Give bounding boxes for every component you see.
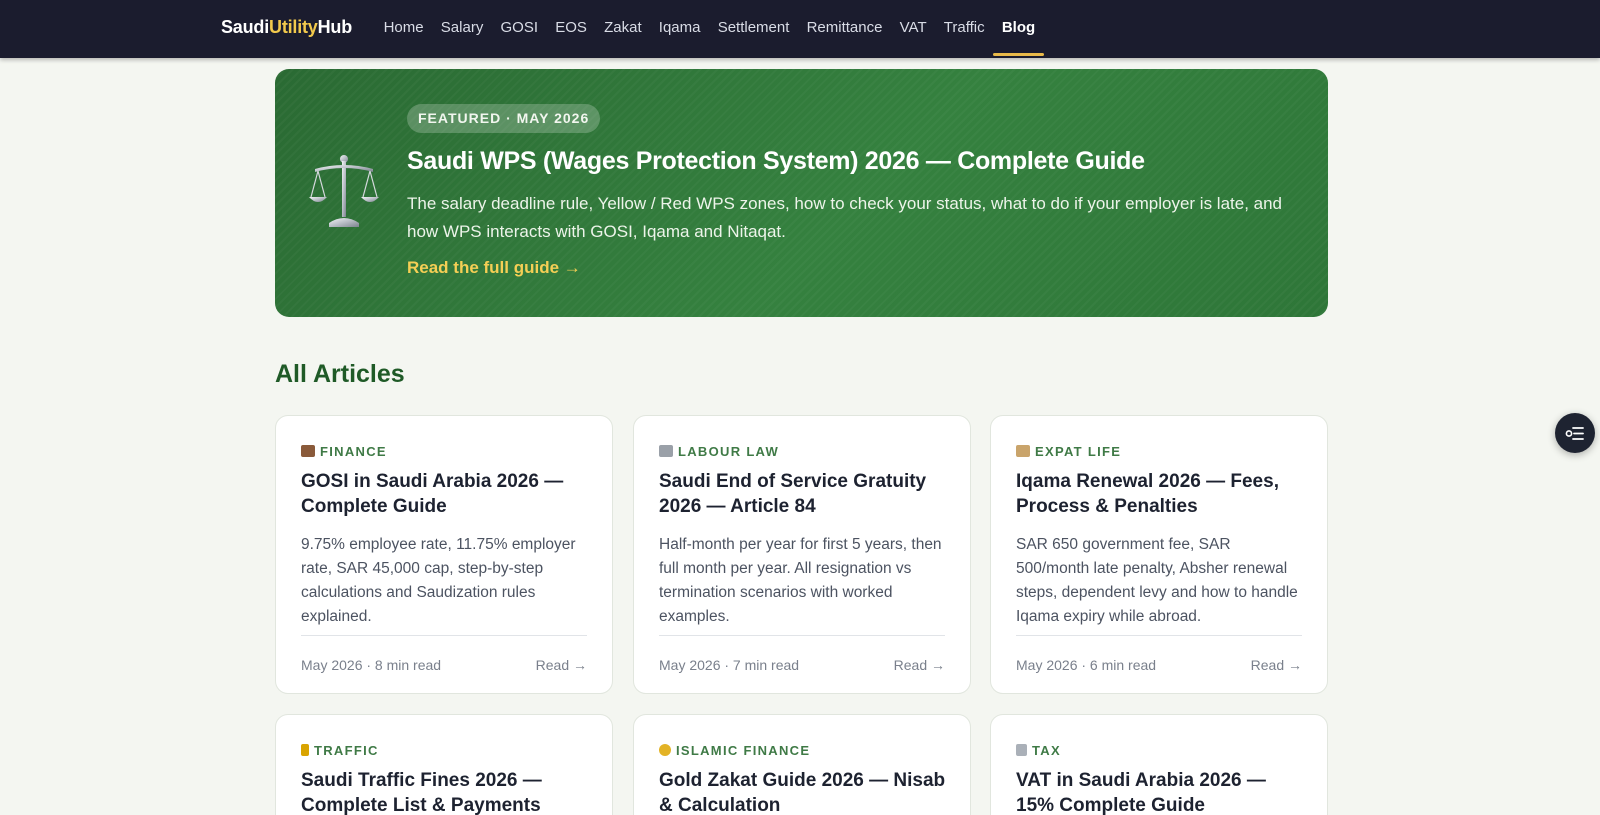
- article-title[interactable]: Saudi Traffic Fines 2026 — Complete List…: [301, 768, 591, 815]
- article-category: TRAFFIC: [314, 743, 379, 758]
- nav-link-eos[interactable]: EOS: [547, 0, 596, 58]
- article-category: ISLAMIC FINANCE: [676, 743, 811, 758]
- nav-link-zakat[interactable]: Zakat: [596, 0, 651, 58]
- nav-links: Home Salary GOSI EOS Zakat Iqama Settlem…: [375, 0, 1044, 58]
- traffic-light-icon: [301, 744, 309, 756]
- featured-title[interactable]: Saudi WPS (Wages Protection System) 2026…: [407, 147, 1145, 176]
- article-card-iqama[interactable]: EXPAT LIFE Iqama Renewal 2026 — Fees, Pr…: [990, 415, 1328, 694]
- article-category: EXPAT LIFE: [1035, 444, 1122, 459]
- nav-link-settlement[interactable]: Settlement: [709, 0, 798, 58]
- id-card-icon: [1016, 445, 1030, 457]
- article-card-gold-zakat[interactable]: ISLAMIC FINANCE Gold Zakat Guide 2026 — …: [633, 714, 971, 815]
- article-meta: May 2026 · 7 min read: [659, 657, 800, 673]
- article-category: LABOUR LAW: [678, 444, 780, 459]
- article-description: Half-month per year for first 5 years, t…: [659, 536, 942, 625]
- article-card-gosi[interactable]: FINANCE GOSI in Saudi Arabia 2026 — Comp…: [275, 415, 613, 694]
- article-meta: May 2026 · 6 min read: [1016, 657, 1157, 673]
- briefcase-icon: [301, 445, 315, 457]
- receipt-icon: [1016, 744, 1027, 756]
- article-card-vat[interactable]: TAX VAT in Saudi Arabia 2026 — 15% Compl…: [990, 714, 1328, 815]
- article-title[interactable]: VAT in Saudi Arabia 2026 — 15% Complete …: [1016, 768, 1306, 815]
- article-category: FINANCE: [320, 444, 387, 459]
- crescent-moon-icon: [659, 744, 671, 756]
- card-divider: [659, 635, 945, 636]
- nav-link-gosi[interactable]: GOSI: [492, 0, 547, 58]
- card-divider: [301, 635, 587, 636]
- nav-link-remittance[interactable]: Remittance: [798, 0, 891, 58]
- article-category: TAX: [1032, 743, 1061, 758]
- article-card-traffic[interactable]: TRAFFIC Saudi Traffic Fines 2026 — Compl…: [275, 714, 613, 815]
- nav-link-iqama[interactable]: Iqama: [650, 0, 709, 58]
- article-card-end-of-service[interactable]: LABOUR LAW Saudi End of Service Gratuity…: [633, 415, 971, 694]
- table-of-contents-button[interactable]: [1555, 413, 1595, 453]
- article-title[interactable]: GOSI in Saudi Arabia 2026 — Complete Gui…: [301, 469, 591, 519]
- read-full-guide-link[interactable]: Read the full guide →: [407, 258, 581, 278]
- nav-link-home[interactable]: Home: [375, 0, 432, 58]
- article-description: SAR 650 government fee, SAR 500/month la…: [1016, 536, 1298, 625]
- balance-scale-icon: [309, 155, 379, 227]
- top-navbar: SaudiUtilityHub Home Salary GOSI EOS Zak…: [0, 0, 1600, 58]
- nav-link-vat[interactable]: VAT: [891, 0, 935, 58]
- section-title: All Articles: [275, 360, 405, 388]
- card-divider: [1016, 635, 1302, 636]
- article-title[interactable]: Gold Zakat Guide 2026 — Nisab & Calculat…: [659, 768, 949, 815]
- article-title[interactable]: Saudi End of Service Gratuity 2026 — Art…: [659, 469, 949, 519]
- balance-scale-icon: [659, 445, 673, 457]
- brand-logo[interactable]: SaudiUtilityHub: [221, 17, 352, 38]
- featured-article-card[interactable]: FEATURED · MAY 2026 Saudi WPS (Wages Pro…: [275, 69, 1328, 317]
- read-link[interactable]: Read →: [536, 657, 587, 673]
- nav-link-blog[interactable]: Blog: [993, 0, 1044, 58]
- read-link[interactable]: Read →: [894, 657, 945, 673]
- nav-link-salary[interactable]: Salary: [432, 0, 492, 58]
- featured-badge: FEATURED · MAY 2026: [407, 104, 601, 133]
- article-description: 9.75% employee rate, 11.75% employer rat…: [301, 536, 576, 625]
- nav-link-traffic[interactable]: Traffic: [935, 0, 993, 58]
- read-link[interactable]: Read →: [1251, 657, 1302, 673]
- article-meta: May 2026 · 8 min read: [301, 657, 442, 673]
- featured-description: The salary deadline rule, Yellow / Red W…: [407, 194, 1283, 241]
- article-title[interactable]: Iqama Renewal 2026 — Fees, Process & Pen…: [1016, 469, 1306, 519]
- table-of-contents-icon: [1565, 427, 1584, 440]
